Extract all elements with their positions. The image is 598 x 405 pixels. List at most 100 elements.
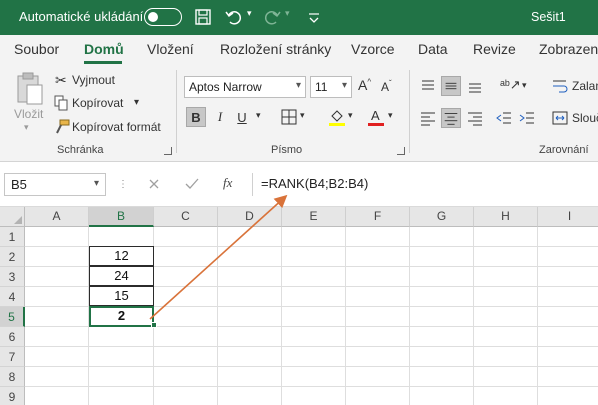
select-all-button[interactable] — [0, 207, 25, 227]
paste-icon[interactable] — [14, 71, 46, 107]
tab-domu[interactable]: Domů — [84, 41, 124, 57]
column-header-a[interactable]: A — [25, 207, 89, 227]
undo-dropdown-icon[interactable]: ▾ — [247, 8, 252, 28]
paste-label[interactable]: Vložit — [14, 107, 43, 121]
align-top-icon[interactable] — [418, 76, 438, 96]
cell-b3[interactable]: 24 — [89, 266, 154, 286]
formula-input[interactable]: =RANK(B4;B2:B4) — [252, 173, 598, 196]
tab-rozlozeni-stranky[interactable]: Rozložení stránky — [220, 41, 331, 57]
align-center-icon — [444, 113, 458, 125]
gridline — [217, 227, 218, 405]
column-header-b[interactable]: B — [89, 207, 154, 227]
row-header-3[interactable]: 3 — [0, 267, 25, 287]
column-header-e[interactable]: E — [282, 207, 346, 227]
copy-label[interactable]: Kopírovat — [72, 96, 123, 110]
name-box-value: B5 — [11, 177, 27, 192]
underline-dropdown-icon[interactable]: ▾ — [256, 110, 261, 121]
paste-dropdown-icon[interactable]: ▾ — [24, 122, 29, 133]
customize-toolbar-icon[interactable] — [307, 7, 321, 27]
borders-dropdown-icon[interactable]: ▾ — [300, 110, 305, 121]
redo-icon[interactable] — [262, 7, 282, 27]
orientation-icon[interactable]: ᵃᵇ↗ — [500, 77, 521, 93]
row-header-9[interactable]: 9 — [0, 387, 25, 405]
orientation-dropdown-icon[interactable]: ▾ — [522, 80, 527, 91]
column-header-h[interactable]: H — [474, 207, 538, 227]
cut-label[interactable]: Vyjmout — [72, 73, 115, 87]
align-middle-button[interactable] — [441, 76, 461, 96]
tab-soubor[interactable]: Soubor — [14, 41, 59, 57]
cancel-icon[interactable] — [148, 178, 160, 190]
row-header-4[interactable]: 4 — [0, 287, 25, 307]
row-header-2[interactable]: 2 — [0, 247, 25, 267]
merge-center-label[interactable]: Slouč — [572, 111, 598, 125]
cut-icon[interactable]: ✂ — [55, 72, 67, 89]
column-header-i[interactable]: I — [538, 207, 598, 227]
title-bar: Automatické ukládání ▾ ▾ Sešit1 — [0, 0, 598, 35]
tab-revize[interactable]: Revize — [473, 41, 516, 57]
fill-color-icon[interactable] — [328, 107, 346, 127]
column-header-f[interactable]: F — [346, 207, 410, 227]
gridline — [281, 227, 282, 405]
chevron-down-icon: ▾ — [295, 80, 301, 91]
enter-icon[interactable] — [185, 178, 199, 190]
format-painter-label[interactable]: Kopírovat formát — [72, 120, 161, 134]
clipboard-launcher-icon[interactable] — [164, 147, 172, 155]
cell-b5-active[interactable]: 2 — [89, 306, 154, 327]
row-header-5[interactable]: 5 — [0, 307, 25, 327]
underline-button[interactable]: U — [232, 107, 252, 127]
alignment-group-label: Zarovnání — [539, 144, 589, 156]
align-left-icon[interactable] — [418, 108, 438, 128]
decrease-font-size-icon[interactable]: Aˇ — [381, 79, 392, 94]
font-name-select[interactable]: Aptos Narrow ▾ — [184, 76, 306, 98]
ribbon-tabs: Soubor Domů Vložení Rozložení stránky Vz… — [0, 35, 598, 65]
tab-vzorce[interactable]: Vzorce — [351, 41, 395, 57]
group-separator — [176, 70, 177, 153]
ribbon: Vložit ▾ ✂ Vyjmout Kopírovat ▾ Kopírovat… — [0, 65, 598, 162]
bold-button[interactable]: B — [186, 107, 206, 127]
font-color-icon[interactable]: A — [367, 107, 385, 127]
group-separator — [409, 70, 410, 153]
cell-b2[interactable]: 12 — [89, 246, 154, 266]
align-center-button[interactable] — [441, 108, 461, 128]
cell-b4[interactable]: 15 — [89, 286, 154, 306]
merge-center-icon[interactable] — [552, 110, 568, 126]
tab-data[interactable]: Data — [418, 41, 448, 57]
row-header-1[interactable]: 1 — [0, 227, 25, 247]
increase-font-size-icon[interactable]: A^ — [358, 77, 371, 93]
row-header-8[interactable]: 8 — [0, 367, 25, 387]
fill-color-dropdown-icon[interactable]: ▾ — [348, 110, 353, 121]
decrease-indent-icon[interactable] — [494, 108, 514, 128]
increase-indent-icon[interactable] — [517, 108, 537, 128]
row-header-7[interactable]: 7 — [0, 347, 25, 367]
align-bottom-icon[interactable] — [465, 76, 485, 96]
tab-zobrazeni[interactable]: Zobrazení — [539, 41, 598, 57]
format-painter-icon[interactable] — [54, 119, 70, 135]
column-header-g[interactable]: G — [410, 207, 474, 227]
fill-handle[interactable] — [151, 322, 157, 328]
more-icon[interactable]: ⋮ — [118, 179, 129, 190]
font-size-value: 11 — [315, 80, 328, 94]
save-icon[interactable] — [193, 7, 213, 27]
copy-icon[interactable] — [54, 95, 68, 111]
italic-button[interactable]: I — [210, 107, 230, 127]
borders-icon[interactable] — [281, 109, 297, 125]
autosave-toggle[interactable] — [144, 8, 182, 26]
align-right-icon[interactable] — [465, 108, 485, 128]
document-title: Sešit1 — [531, 10, 566, 24]
font-color-dropdown-icon[interactable]: ▾ — [388, 110, 393, 121]
font-launcher-icon[interactable] — [397, 147, 405, 155]
worksheet-grid[interactable]: A B C D E F G H I 1 2 3 4 5 6 7 8 9 12 2… — [0, 207, 598, 405]
tab-vlozeni[interactable]: Vložení — [147, 41, 194, 57]
wrap-text-label[interactable]: Zalam — [572, 79, 598, 93]
copy-dropdown-icon[interactable]: ▾ — [134, 97, 139, 108]
name-box[interactable]: B5 ▾ — [4, 173, 106, 196]
wrap-text-icon[interactable] — [552, 78, 568, 94]
gridline — [345, 227, 346, 405]
svg-text:A: A — [371, 108, 380, 123]
column-header-c[interactable]: C — [154, 207, 218, 227]
insert-function-icon[interactable]: fx — [223, 175, 232, 191]
column-header-d[interactable]: D — [218, 207, 282, 227]
undo-icon[interactable] — [224, 7, 244, 27]
font-size-select[interactable]: 11 ▾ — [310, 76, 352, 98]
row-header-6[interactable]: 6 — [0, 327, 25, 347]
